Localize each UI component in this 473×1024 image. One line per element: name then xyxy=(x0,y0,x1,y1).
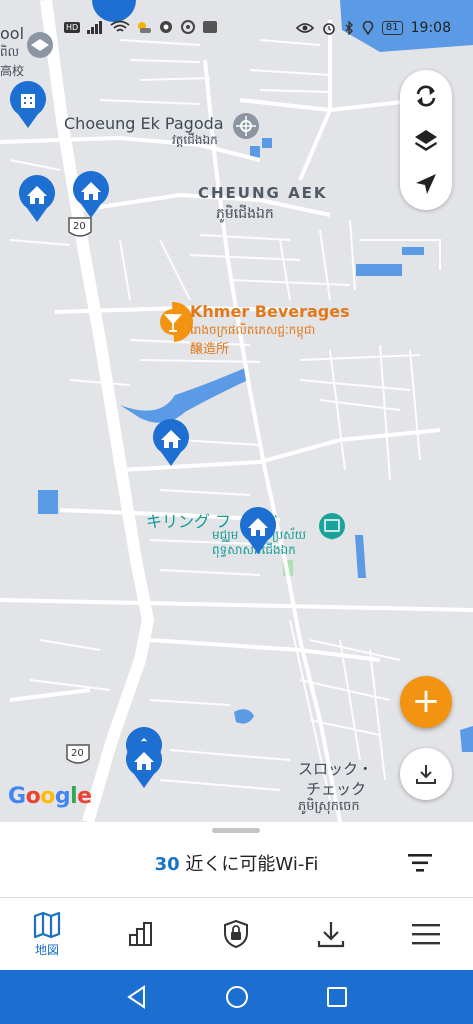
sheet-drag-handle[interactable] xyxy=(212,828,260,833)
nearby-wifi-sheet[interactable]: 30 近くに可能Wi-Fi xyxy=(0,822,473,898)
srok-label-2: チェック xyxy=(306,780,367,798)
bluetooth-icon xyxy=(345,21,353,35)
navigation-arrow-icon xyxy=(416,174,436,194)
wifi-pin-home-icon[interactable] xyxy=(17,174,57,224)
route-shield-20-bottom: 20 xyxy=(71,748,84,759)
status-bar: HD 81 19:08 xyxy=(0,0,473,40)
refresh-button[interactable] xyxy=(406,76,446,116)
wifi-pin-building-icon[interactable] xyxy=(8,80,48,130)
app-icon xyxy=(203,21,218,33)
srok-label-khmer: ភូមិស្រុកចេក xyxy=(298,799,360,814)
clock: 19:08 xyxy=(410,20,451,36)
route-shield-20-top: 20 xyxy=(73,221,86,232)
google-logo: Google xyxy=(8,784,92,809)
back-icon[interactable] xyxy=(124,984,150,1010)
eye-icon xyxy=(295,23,314,33)
wifi-pin-home-icon[interactable] xyxy=(124,740,164,790)
wifi-pin-home-icon[interactable] xyxy=(151,418,191,468)
plus-icon: + xyxy=(411,681,441,721)
chrome-icon xyxy=(181,20,196,34)
tab-map-label: 地図 xyxy=(34,942,59,957)
bar-chart-icon xyxy=(129,922,152,946)
srok-label-1: スロック・ xyxy=(298,760,373,778)
menu-icon xyxy=(412,924,440,945)
tab-vpn[interactable] xyxy=(189,898,283,970)
weather-icon xyxy=(138,22,152,33)
pagoda-label[interactable]: Choeung Ek Pagoda xyxy=(64,114,224,133)
nearby-wifi-summary: 30 近くに可能Wi-Fi xyxy=(0,850,473,876)
alarm-icon xyxy=(323,23,335,35)
battery-indicator: 81 xyxy=(381,21,403,35)
location-icon xyxy=(362,21,374,35)
school-label-khmer: ពិល xyxy=(0,45,20,59)
status-icons-right: 81 19:08 xyxy=(295,20,451,36)
tab-map[interactable]: 地図 xyxy=(0,898,94,970)
district-label-khmer: ភូមិជើងឯក xyxy=(216,206,274,222)
locate-button[interactable] xyxy=(406,164,446,204)
offline-download-button[interactable] xyxy=(400,748,452,800)
wifi-pin-home-icon[interactable] xyxy=(238,506,278,556)
filter-icon[interactable] xyxy=(406,852,434,874)
status-icons-left: HD xyxy=(64,20,218,34)
brewery-label-jp: 醸造所 xyxy=(190,342,230,357)
system-nav-bar xyxy=(0,970,473,1024)
bottom-tab-bar: 地図 xyxy=(0,898,473,970)
wifi-icon xyxy=(110,20,130,32)
shield-lock-icon xyxy=(224,919,248,949)
refresh-icon xyxy=(416,85,436,107)
download-icon xyxy=(317,922,345,948)
tab-menu[interactable] xyxy=(379,898,473,970)
pagoda-label-khmer: វត្តជើងឯក xyxy=(172,133,218,147)
recents-icon[interactable] xyxy=(324,984,350,1010)
district-label: CHEUNG AEK xyxy=(198,184,328,202)
wifi-count-label: 近くに可能Wi-Fi xyxy=(185,854,319,875)
add-wifi-button[interactable]: + xyxy=(400,676,452,728)
hd-badge: HD xyxy=(64,21,81,33)
map-controls-panel xyxy=(400,70,452,210)
wifi-pin-home-icon[interactable] xyxy=(71,170,111,220)
school-label-jp: 高校 xyxy=(0,64,25,78)
wifi-count-number: 30 xyxy=(154,854,180,875)
home-icon[interactable] xyxy=(224,984,250,1010)
map-icon xyxy=(33,911,61,938)
signal-icon xyxy=(87,21,103,34)
map-view[interactable]: ool ពិល 高校 Choeung Ek Pagoda វត្តជើងឯក C… xyxy=(0,0,473,822)
layers-icon xyxy=(415,130,437,151)
brewery-label[interactable]: Khmer Beverages xyxy=(190,302,350,321)
download-icon xyxy=(416,765,436,784)
tab-downloads[interactable] xyxy=(284,898,378,970)
app-notification-icon xyxy=(160,21,173,33)
tab-stats[interactable] xyxy=(94,898,188,970)
layers-button[interactable] xyxy=(406,120,446,160)
